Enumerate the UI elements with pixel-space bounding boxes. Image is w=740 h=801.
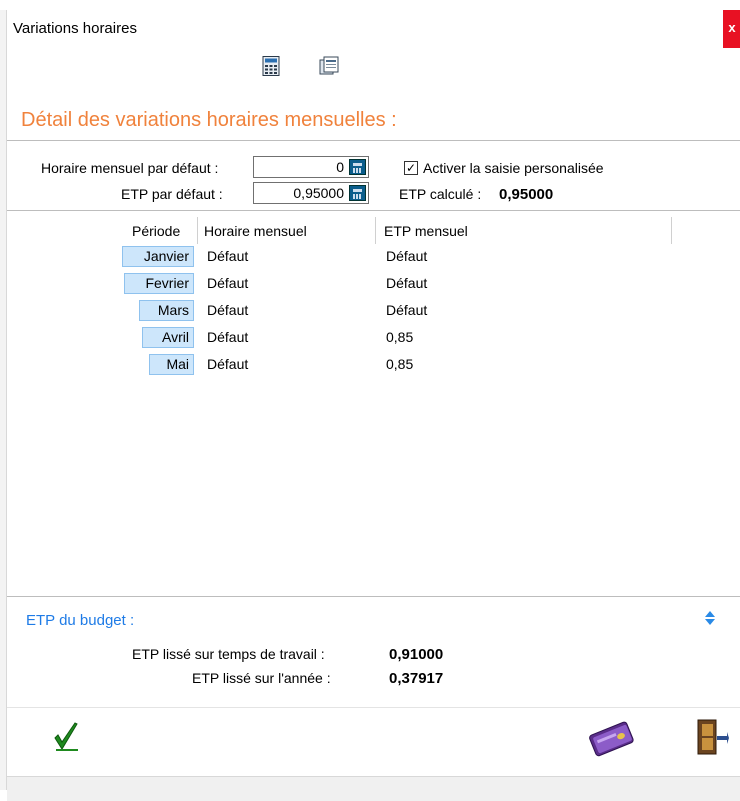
etp-default-value: 0,95000 bbox=[293, 185, 344, 201]
etp-cell[interactable]: Défaut bbox=[386, 302, 427, 318]
page-title: Détail des variations horaires mensuelle… bbox=[21, 109, 397, 131]
etp-cell[interactable]: 0,85 bbox=[386, 356, 413, 372]
title-bar[interactable]: Variations horaires x bbox=[7, 10, 740, 48]
payment-card-icon[interactable] bbox=[585, 719, 637, 757]
horaire-cell[interactable]: Défaut bbox=[207, 275, 248, 291]
etp-calc-label: ETP calculé : bbox=[399, 186, 482, 202]
horaire-cell[interactable]: Défaut bbox=[207, 302, 248, 318]
calculator-icon[interactable] bbox=[260, 56, 282, 76]
validate-check-icon[interactable] bbox=[53, 722, 79, 752]
budget-section-title: ETP du budget : bbox=[26, 612, 135, 629]
etp-cell[interactable]: Défaut bbox=[386, 248, 427, 264]
divider bbox=[7, 596, 740, 597]
horaire-cell[interactable]: Défaut bbox=[207, 248, 248, 264]
divider bbox=[7, 707, 740, 708]
divider bbox=[7, 210, 740, 211]
month-cell[interactable]: Avril bbox=[142, 327, 194, 348]
etp-lisse-travail-value: 0,91000 bbox=[389, 646, 444, 663]
horaire-cell[interactable]: Défaut bbox=[207, 356, 248, 372]
column-separator bbox=[375, 217, 376, 244]
calculator-icon[interactable] bbox=[349, 185, 366, 201]
window-title: Variations horaires bbox=[13, 20, 137, 37]
etp-lisse-annee-label: ETP lissé sur l'année : bbox=[192, 670, 331, 686]
column-header-etp: ETP mensuel bbox=[384, 223, 468, 239]
column-header-horaire: Horaire mensuel bbox=[204, 223, 307, 239]
etp-default-label: ETP par défaut : bbox=[121, 186, 223, 202]
etp-cell[interactable]: 0,85 bbox=[386, 329, 413, 345]
column-separator bbox=[671, 217, 672, 244]
dialog-window: Variations horaires x Détail des variati… bbox=[6, 10, 740, 801]
close-button[interactable]: x bbox=[723, 10, 740, 48]
month-cell[interactable]: Mars bbox=[139, 300, 194, 321]
status-bar bbox=[7, 776, 740, 801]
horaire-default-field[interactable]: 0 bbox=[253, 156, 369, 178]
divider bbox=[7, 140, 740, 141]
calculator-icon[interactable] bbox=[349, 159, 366, 175]
etp-calc-value: 0,95000 bbox=[499, 186, 554, 203]
column-separator bbox=[197, 217, 198, 244]
etp-lisse-travail-label: ETP lissé sur temps de travail : bbox=[132, 646, 325, 662]
document-icon[interactable] bbox=[319, 56, 341, 76]
horaire-default-label: Horaire mensuel par défaut : bbox=[41, 160, 219, 176]
etp-default-field[interactable]: 0,95000 bbox=[253, 182, 369, 204]
month-cell[interactable]: Fevrier bbox=[124, 273, 194, 294]
custom-entry-label[interactable]: Activer la saisie personalisée bbox=[423, 160, 604, 176]
horaire-cell[interactable]: Défaut bbox=[207, 329, 248, 345]
etp-cell[interactable]: Défaut bbox=[386, 275, 427, 291]
custom-entry-checkbox[interactable]: ✓ bbox=[404, 161, 418, 175]
exit-door-icon[interactable] bbox=[695, 718, 729, 758]
etp-lisse-annee-value: 0,37917 bbox=[389, 670, 444, 687]
expand-collapse-icon[interactable] bbox=[704, 610, 716, 626]
horaire-default-value: 0 bbox=[336, 159, 344, 175]
app-frame: Variations horaires x Détail des variati… bbox=[0, 0, 740, 801]
column-header-periode: Période bbox=[132, 223, 181, 239]
month-cell[interactable]: Mai bbox=[149, 354, 194, 375]
month-cell[interactable]: Janvier bbox=[122, 246, 194, 267]
